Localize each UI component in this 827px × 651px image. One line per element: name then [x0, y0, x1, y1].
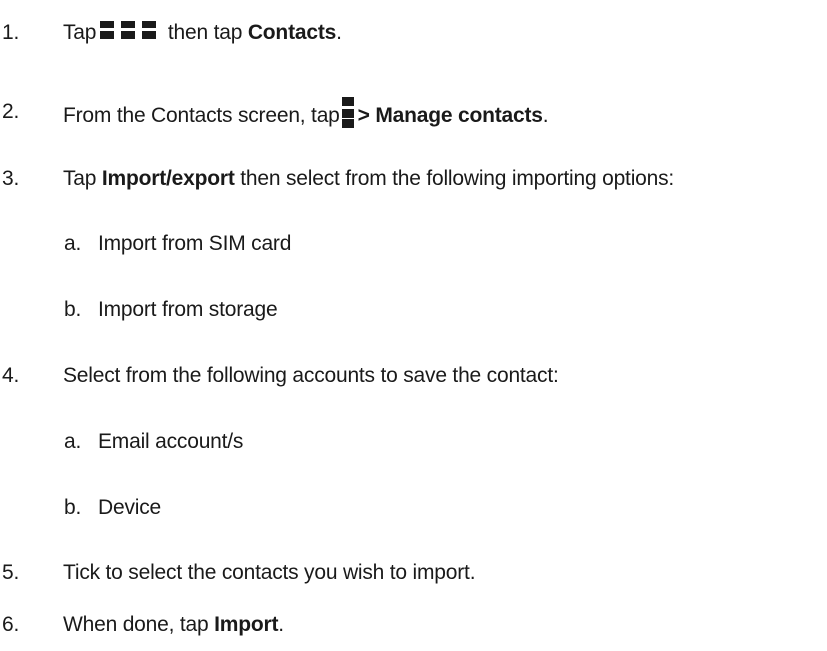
subitem-letter: b.: [64, 496, 82, 519]
step-text-part: .: [542, 104, 549, 127]
step-bold-term: Import: [214, 613, 279, 636]
subitem-text: Import from SIM card: [98, 232, 292, 255]
step-text-part: Tap: [63, 21, 97, 44]
subitem-text: Email account/s: [98, 430, 244, 453]
step-text-part: then select from the following importing…: [234, 167, 675, 190]
step-text: From the Contacts screen, tap > Manage co…: [63, 97, 549, 129]
subitem-letter: a.: [64, 232, 82, 255]
step-text: Tick to select the contacts you wish to …: [63, 561, 476, 584]
step-text-part: .: [278, 613, 284, 636]
step-number: 3.: [2, 167, 20, 190]
step-bold-term: Import/export: [101, 167, 235, 190]
step-text-part: From the Contacts screen, tap: [63, 104, 340, 127]
step-text: When done, tap Import.: [63, 612, 284, 638]
step-text-part: .: [336, 21, 342, 44]
step-number: 2.: [2, 100, 20, 123]
subitem-letter: b.: [64, 298, 82, 321]
step-number: 6.: [2, 613, 20, 636]
step-number: 5.: [2, 561, 20, 584]
step-bold-term: > Manage contacts: [357, 104, 543, 127]
step-text-part: then tap: [162, 21, 248, 44]
subitem-letter: a.: [64, 430, 82, 453]
apps-grid-icon: [100, 21, 158, 40]
step-text-part: Tap: [63, 167, 102, 190]
step-text: Select from the following accounts to sa…: [63, 364, 559, 387]
step-text: Tap then tap Contacts.: [63, 20, 342, 46]
subitem-text: Device: [98, 496, 161, 519]
menu-icon: [341, 97, 354, 128]
step-number: 4.: [2, 364, 20, 387]
step-text: Tap Import/export then select from the f…: [63, 166, 674, 192]
step-number: 1.: [2, 21, 20, 44]
subitem-text: Import from storage: [98, 298, 278, 321]
step-bold-term: Contacts: [247, 21, 337, 44]
step-text-part: When done, tap: [63, 613, 215, 636]
